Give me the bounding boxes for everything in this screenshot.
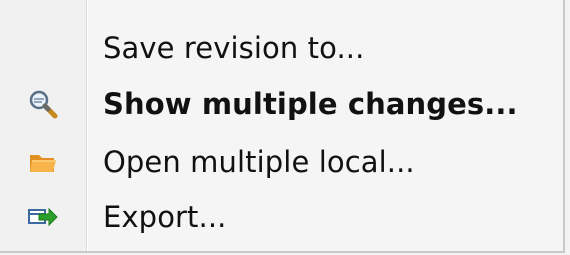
menu-item-icon-slot (0, 18, 86, 78)
context-menu: Save revision to... Show multiple change… (0, 0, 565, 253)
menu-item-label: Save revision to... (103, 31, 365, 65)
menu-item-export[interactable]: Export... (0, 187, 563, 247)
folder-icon (0, 132, 86, 192)
menu-item-save-revision[interactable]: Save revision to... (0, 18, 563, 78)
menu-item-label: Export... (103, 200, 227, 234)
menu-item-show-multiple-changes[interactable]: Show multiple changes... (0, 74, 563, 134)
menu-item-open-multiple-local[interactable]: Open multiple local... (0, 132, 563, 192)
menu-item-label: Show multiple changes... (103, 87, 518, 121)
magnifier-icon (0, 74, 86, 134)
menu-item-label: Open multiple local... (103, 145, 415, 179)
export-icon (0, 187, 86, 247)
